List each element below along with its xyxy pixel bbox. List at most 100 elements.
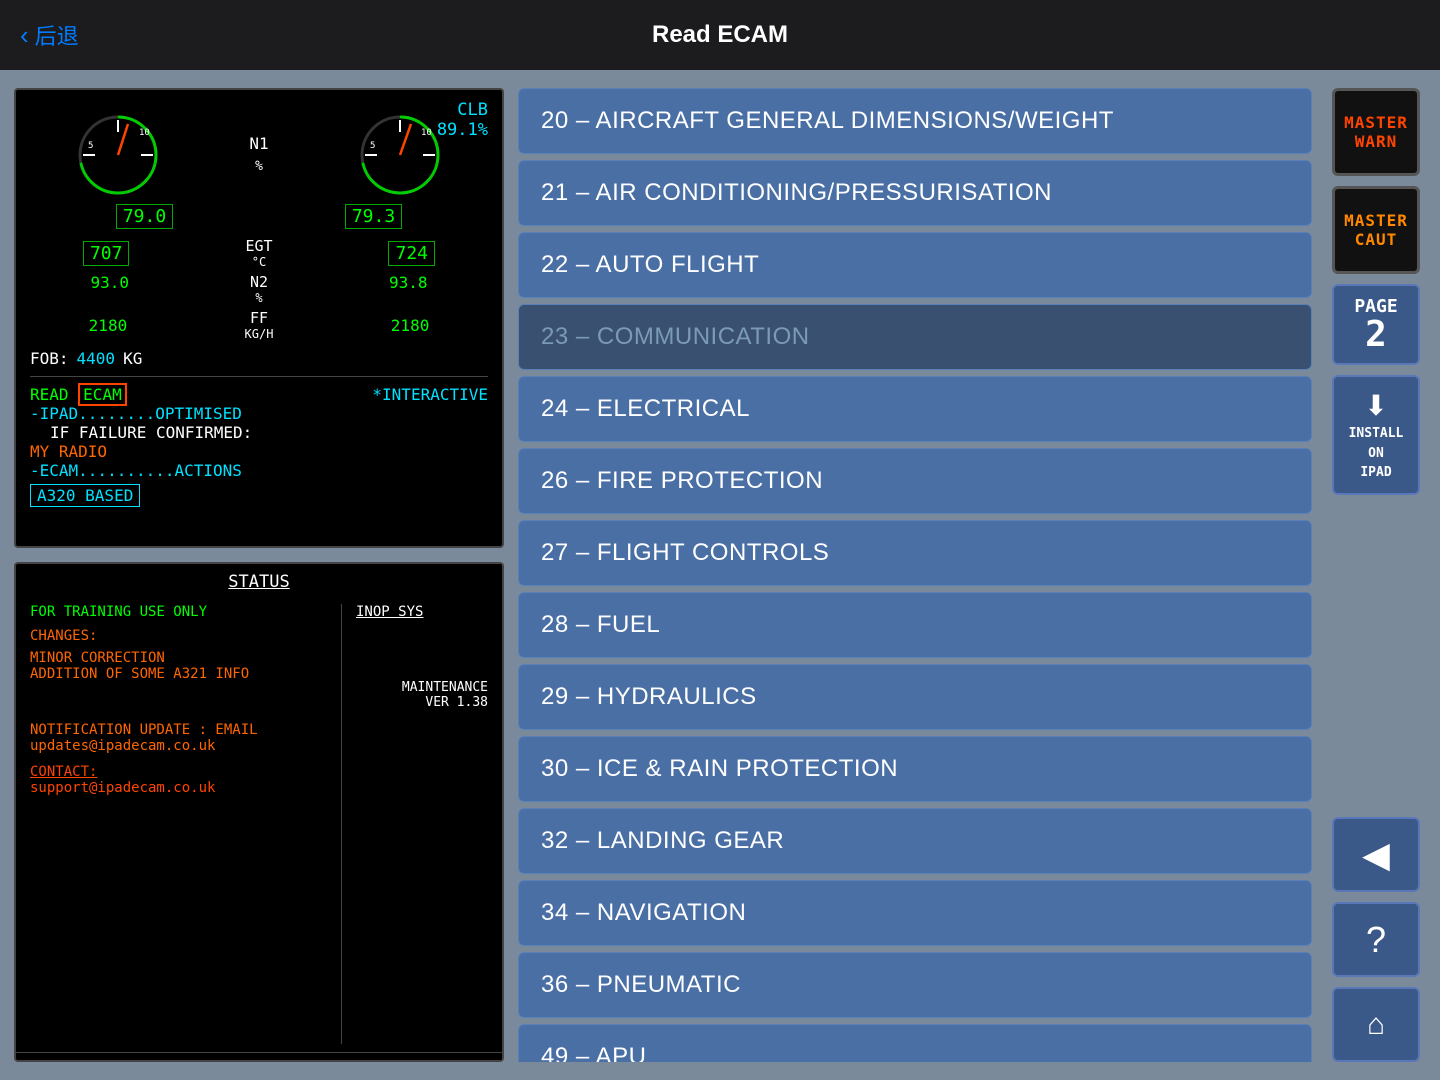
item-29-label: 29 – HYDRAULICS	[541, 683, 757, 710]
item-49-label: 49 – APU	[541, 1043, 646, 1062]
gw-label: GW	[400, 1059, 417, 1062]
n1-percent: %	[255, 159, 263, 174]
egt-label: EGT	[245, 237, 272, 255]
top-bar: ‹ 后退 Read ECAM	[0, 0, 1440, 70]
time-section: 12 H 54	[326, 1059, 380, 1062]
page-number: 2	[1365, 317, 1387, 353]
sat-unit: °C	[173, 1060, 187, 1062]
sat-section: SAT -3 °C	[119, 1059, 188, 1062]
support-text: support@ipadecam.co.uk	[30, 780, 327, 796]
gw-section: GW 62300 KG	[400, 1059, 488, 1062]
left-ff-value: 2180	[89, 316, 128, 335]
fob-label: FOB:	[30, 349, 69, 368]
item-30[interactable]: 30 – ICE & RAIN PROTECTION	[518, 736, 1312, 802]
sat-value: -3	[150, 1059, 167, 1062]
item-24[interactable]: 24 – ELECTRICAL	[518, 376, 1312, 442]
time-h: 12	[326, 1059, 343, 1062]
master-caut-button[interactable]: MASTER CAUT	[1332, 186, 1420, 274]
item-22[interactable]: 22 – AUTO FLIGHT	[518, 232, 1312, 298]
menu-panel: 20 – AIRCRAFT GENERAL DIMENSIONS/WEIGHT 2…	[518, 88, 1312, 1062]
right-egt-value: 724	[388, 241, 435, 266]
gw-value: 62300	[423, 1059, 465, 1062]
ecam-text-area: READ ECAM -IPAD........OPTIMISED IF FAIL…	[30, 385, 488, 507]
training-text: FOR TRAINING USE ONLY	[30, 604, 327, 620]
item-23-label: 23 – COMMUNICATION	[541, 323, 810, 350]
n2-label: N2	[250, 273, 268, 291]
help-icon: ?	[1366, 919, 1386, 961]
left-n2-value: 93.0	[90, 273, 129, 292]
ff-label: FF	[250, 309, 268, 327]
back-chevron-icon: ‹	[20, 20, 29, 51]
ecam-display: CLB 89.1% 5 10	[14, 88, 504, 548]
left-panel: CLB 89.1% 5 10	[14, 88, 504, 1062]
left-n2-section: 93.0	[90, 273, 129, 292]
failure-text: IF FAILURE CONFIRMED:	[30, 423, 318, 442]
svg-text:10: 10	[421, 128, 432, 138]
item-36-label: 36 – PNEUMATIC	[541, 971, 741, 998]
item-36[interactable]: 36 – PNEUMATIC	[518, 952, 1312, 1018]
back-nav-icon: ◀	[1362, 834, 1390, 876]
item-32[interactable]: 32 – LANDING GEAR	[518, 808, 1312, 874]
item-20[interactable]: 20 – AIRCRAFT GENERAL DIMENSIONS/WEIGHT	[518, 88, 1312, 154]
item-29[interactable]: 29 – HYDRAULICS	[518, 664, 1312, 730]
home-button[interactable]: ⌂	[1332, 987, 1420, 1062]
ipad-optimised: -IPAD........OPTIMISED	[30, 404, 318, 423]
install-line1: INSTALL	[1349, 426, 1404, 442]
master-caut-line1: MASTER	[1344, 211, 1408, 230]
left-n1-value: 79.0	[116, 204, 173, 229]
install-line2: ON	[1368, 446, 1384, 462]
page-title: Read ECAM	[652, 21, 788, 49]
help-button[interactable]: ?	[1332, 902, 1420, 977]
left-egt-value: 707	[83, 241, 130, 266]
ecam-left-messages: READ ECAM -IPAD........OPTIMISED IF FAIL…	[30, 385, 318, 507]
fob-value: 4400	[77, 349, 116, 368]
install-button[interactable]: ⬇ INSTALL ON IPAD	[1332, 375, 1420, 495]
tat-label: TAT	[30, 1059, 55, 1062]
right-n2-value: 93.8	[389, 273, 428, 292]
fob-unit: KG	[123, 349, 142, 368]
svg-text:5: 5	[370, 141, 375, 151]
item-27[interactable]: 27 – FLIGHT CONTROLS	[518, 520, 1312, 586]
item-23: 23 – COMMUNICATION	[518, 304, 1312, 370]
time-h-label: H	[349, 1059, 357, 1062]
n1-label: N1	[249, 134, 268, 153]
back-label: 后退	[35, 19, 79, 51]
notify-label: NOTIFICATION UPDATE : EMAIL	[30, 722, 327, 738]
install-icon: ⬇	[1364, 389, 1387, 422]
change1: MINOR CORRECTION	[30, 650, 327, 666]
status-content: FOR TRAINING USE ONLY CHANGES: MINOR COR…	[16, 596, 502, 1052]
time-min: 54	[363, 1059, 380, 1062]
a320-badge: A320 BASED	[30, 484, 140, 507]
item-30-label: 30 – ICE & RAIN PROTECTION	[541, 755, 898, 782]
right-sidebar: MASTER WARN MASTER CAUT PAGE 2 ⬇ INSTALL…	[1326, 88, 1426, 1062]
back-nav-button[interactable]: ◀	[1332, 817, 1420, 892]
egt-unit: °C	[252, 255, 266, 269]
item-28[interactable]: 28 – FUEL	[518, 592, 1312, 658]
page-indicator[interactable]: PAGE 2	[1332, 284, 1420, 365]
radio-text: MY RADIO	[30, 442, 318, 461]
isa-value: -3	[239, 1059, 256, 1062]
item-21[interactable]: 21 – AIR CONDITIONING/PRESSURISATION	[518, 160, 1312, 226]
back-button[interactable]: ‹ 后退	[20, 19, 79, 51]
changes-label: CHANGES:	[30, 628, 327, 644]
master-warn-button[interactable]: MASTER WARN	[1332, 88, 1420, 176]
left-engine-gauge: 5 10	[73, 110, 163, 200]
divider	[30, 376, 488, 377]
right-gauge-svg: 5 10	[355, 110, 445, 200]
item-26[interactable]: 26 – FIRE PROTECTION	[518, 448, 1312, 514]
master-warn-line2: WARN	[1355, 132, 1398, 151]
item-20-label: 20 – AIRCRAFT GENERAL DIMENSIONS/WEIGHT	[541, 107, 1114, 134]
item-49[interactable]: 49 – APU	[518, 1024, 1312, 1062]
tat-value: +8	[61, 1059, 78, 1062]
gw-unit: KG	[471, 1059, 488, 1062]
contact-label: CONTACT:	[30, 764, 327, 780]
svg-text:10: 10	[139, 128, 150, 138]
isa-label: ISA	[207, 1059, 232, 1062]
status-header: STATUS	[16, 564, 502, 596]
item-32-label: 32 – LANDING GEAR	[541, 827, 784, 854]
isa-unit: °C	[261, 1060, 275, 1062]
ecam-label: ECAM	[78, 383, 127, 406]
item-34[interactable]: 34 – NAVIGATION	[518, 880, 1312, 946]
clb-label: CLB	[457, 100, 488, 120]
item-26-label: 26 – FIRE PROTECTION	[541, 467, 823, 494]
